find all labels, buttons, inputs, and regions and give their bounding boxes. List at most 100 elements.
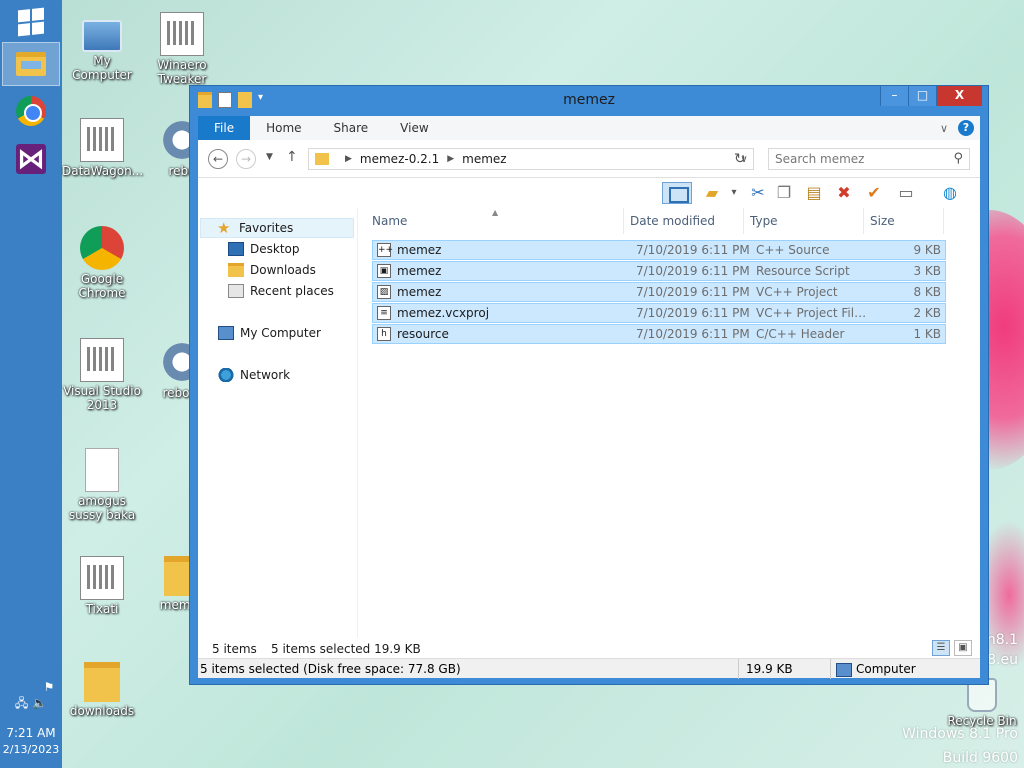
clock-time[interactable]: 7:21 AM — [0, 726, 62, 740]
copy-icon[interactable]: ❐ — [772, 182, 796, 204]
app-icon — [160, 12, 204, 56]
clock-date[interactable]: 2/13/2023 — [0, 743, 62, 756]
recent-places-icon — [228, 284, 244, 298]
column-header-date[interactable]: Date modified — [624, 208, 744, 234]
desktop-icon-tixati[interactable]: Tixati — [62, 556, 142, 616]
globe-icon[interactable]: ◍ — [938, 182, 962, 204]
minimize-button[interactable]: – — [880, 86, 908, 106]
nav-network[interactable]: Network — [218, 365, 290, 385]
cut-icon[interactable]: ✂ — [746, 182, 770, 204]
close-button[interactable]: X — [936, 86, 982, 106]
search-placeholder: Search memez — [775, 152, 865, 166]
resource-script-icon: ▣ — [377, 264, 391, 278]
desktop-icon-chrome[interactable]: Google Chrome — [62, 226, 142, 300]
move-dropdown-icon[interactable]: ▾ — [722, 182, 746, 204]
action-center-icon[interactable]: ⚑ — [36, 680, 62, 694]
forward-button[interactable]: → — [236, 149, 256, 169]
nav-favorites[interactable]: ★ Favorites — [200, 218, 354, 238]
project-filters-icon: ≡ — [377, 306, 391, 320]
taskbar-chrome[interactable] — [2, 89, 60, 133]
explorer-window: ▾ memez – □ X File Home Share View ∨ ? ←… — [189, 85, 989, 685]
selection-summary: 5 items selected 19.9 KB — [271, 642, 421, 656]
breadcrumb-separator-icon[interactable]: ▶ — [345, 154, 352, 164]
file-row[interactable]: h resource 7/10/2019 6:11 PM C/C++ Header… — [372, 324, 946, 344]
desktop-icon-datawagon[interactable]: DataWagon... — [62, 118, 143, 178]
breadcrumb-memez[interactable]: memez — [462, 152, 506, 166]
breadcrumb-memez-0.2.1[interactable]: memez-0.2.1 — [360, 152, 439, 166]
windows-logo-icon — [18, 7, 44, 37]
refresh-icon[interactable]: ↻ — [734, 151, 746, 167]
paste-icon[interactable]: ▤ — [802, 182, 826, 204]
desktop-icon-winaero[interactable]: Winaero Tweaker — [142, 12, 222, 86]
tab-file[interactable]: File — [198, 116, 251, 140]
app-icon — [80, 118, 124, 162]
visual-studio-icon — [80, 338, 124, 382]
tab-share[interactable]: Share — [318, 116, 385, 140]
system-tray[interactable]: ⚑ 🖧 🔈 — [0, 680, 62, 715]
file-row[interactable]: ++ memez 7/10/2019 6:11 PM C++ Source 9 K… — [372, 240, 946, 260]
taskbar-visual-studio[interactable]: ⋈ — [2, 137, 60, 181]
watermark-edition: Windows 8.1 Pro — [902, 726, 1018, 742]
large-icons-view-icon[interactable]: ▣ — [954, 640, 972, 656]
taskbar: ⋈ ⚑ 🖧 🔈 7:21 AM 2/13/2023 — [0, 0, 62, 768]
details-view-icon[interactable]: ☰ — [932, 640, 950, 656]
details-bar: 5 items selected (Disk free space: 77.8 … — [198, 658, 980, 679]
nav-recent-places[interactable]: Recent places — [228, 281, 334, 301]
computer-icon — [218, 326, 234, 340]
search-input[interactable]: Search memez ⚲ — [768, 148, 970, 170]
cpp-source-icon: ++ — [377, 243, 394, 257]
maximize-button[interactable]: □ — [908, 86, 936, 106]
file-row[interactable]: ▣ memez 7/10/2019 6:11 PM Resource Script… — [372, 261, 946, 281]
delete-icon[interactable]: ✖ — [832, 182, 856, 204]
header-file-icon: h — [377, 327, 391, 341]
help-icon[interactable]: ? — [958, 120, 974, 136]
breadcrumb-separator-icon[interactable]: ▶ — [447, 154, 454, 164]
visual-studio-icon: ⋈ — [16, 142, 46, 175]
folder-icon — [84, 662, 120, 702]
ribbon-tabs: File Home Share View ∨ ? — [198, 116, 980, 140]
column-header-type[interactable]: Type — [744, 208, 864, 234]
tab-home[interactable]: Home — [250, 116, 317, 140]
preview-pane-icon[interactable] — [662, 182, 692, 204]
watermark-build: Build 9600 — [942, 750, 1018, 766]
up-button[interactable]: ↑ — [286, 149, 298, 165]
back-button[interactable]: ← — [208, 149, 228, 169]
volume-icon[interactable]: 🔈 — [32, 696, 47, 710]
desktop-icon-visual-studio[interactable]: Visual Studio 2013 — [62, 338, 142, 412]
address-row: ← → ▼ ↑ ▶ memez-0.2.1 ▶ memez ∨ ↻ Search… — [198, 140, 980, 178]
desktop-icon-amogus[interactable]: amogus sussy baka — [62, 448, 142, 522]
status-bar: 5 items 5 items selected 19.9 KB ☰ ▣ — [198, 638, 980, 658]
content-area: ★ Favorites Desktop Downloads Recent pla… — [198, 208, 980, 638]
nav-my-computer[interactable]: My Computer — [218, 323, 321, 343]
file-explorer-icon — [16, 52, 46, 76]
file-row[interactable]: ▨ memez 7/10/2019 6:11 PM VC++ Project 8 … — [372, 282, 946, 302]
column-header-size[interactable]: Size — [864, 208, 944, 234]
nav-downloads[interactable]: Downloads — [228, 260, 316, 280]
checkmark-icon[interactable]: ✔ — [862, 182, 886, 204]
title-bar[interactable]: ▾ memez – □ X — [190, 86, 988, 116]
column-header-name[interactable]: Name ▲ — [366, 208, 624, 234]
desktop-icon-my-computer[interactable]: My Computer — [62, 12, 142, 82]
chrome-icon — [80, 226, 124, 270]
selected-size: 19.9 KB — [746, 662, 793, 676]
rename-icon[interactable]: ▭ — [894, 182, 918, 204]
taskbar-file-explorer[interactable] — [2, 42, 60, 86]
chrome-icon — [16, 96, 46, 126]
address-bar[interactable]: ▶ memez-0.2.1 ▶ memez ∨ — [308, 148, 754, 170]
move-to-icon[interactable]: ▰ — [700, 182, 724, 204]
nav-desktop[interactable]: Desktop — [228, 239, 300, 259]
window-title: memez — [563, 92, 615, 108]
recent-locations-icon[interactable]: ▼ — [266, 152, 273, 162]
network-icon[interactable]: 🖧 — [15, 696, 28, 710]
disk-space-text: 5 items selected (Disk free space: 77.8 … — [200, 662, 461, 676]
start-button[interactable] — [2, 0, 60, 44]
computer-icon — [82, 20, 122, 52]
tab-view[interactable]: View — [384, 116, 444, 140]
expand-ribbon-icon[interactable]: ∨ — [940, 122, 948, 135]
file-row[interactable]: ≡ memez.vcxproj 7/10/2019 6:11 PM VC++ Pr… — [372, 303, 946, 323]
desktop-icon-downloads[interactable]: downloads — [62, 662, 142, 718]
desktop-icon-recycle-bin[interactable]: Recycle Bin — [942, 678, 1022, 728]
navigation-pane: ★ Favorites Desktop Downloads Recent pla… — [198, 208, 358, 638]
search-icon[interactable]: ⚲ — [953, 151, 963, 166]
star-icon: ★ — [217, 219, 231, 237]
